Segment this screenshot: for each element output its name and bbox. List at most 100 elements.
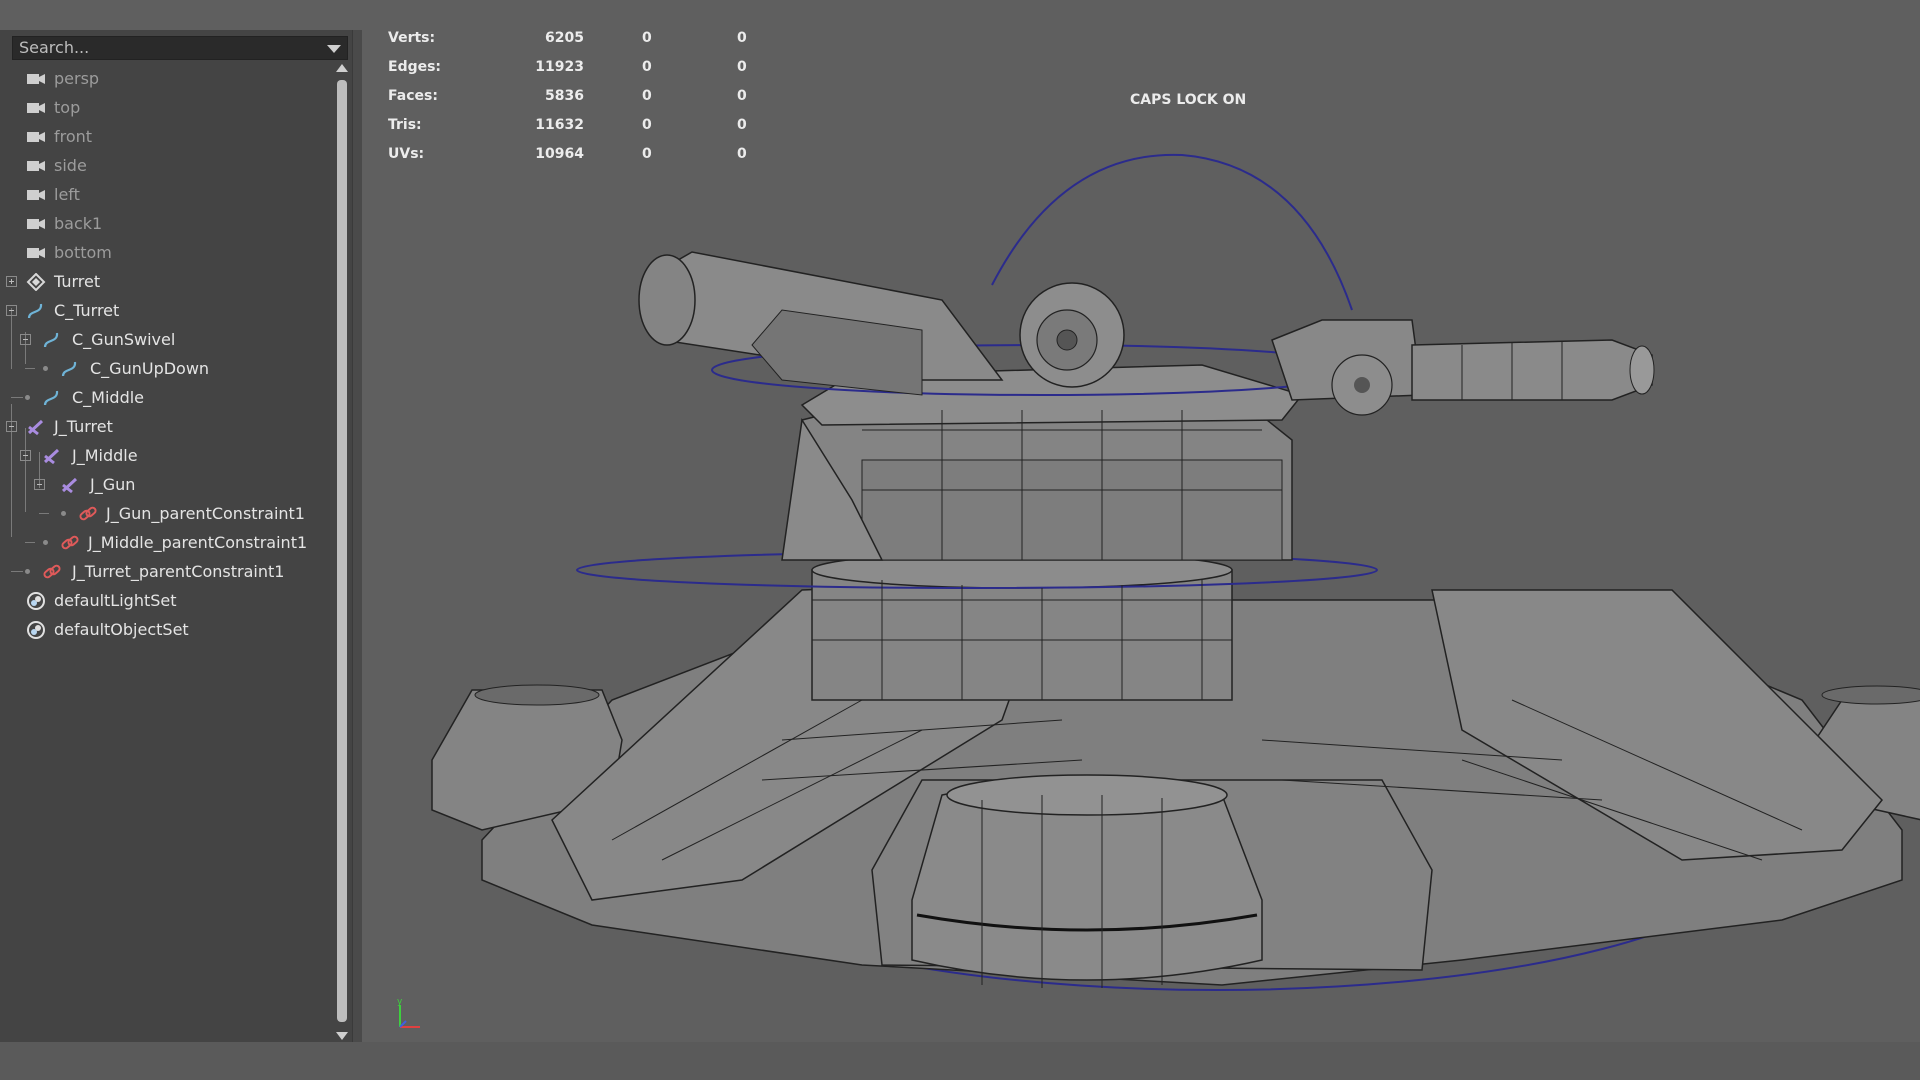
hud-row-uvs: UVs: 10964 0 0 (388, 146, 808, 175)
nurbs-curve-icon (43, 390, 59, 406)
outliner-item-c-turret[interactable]: C_Turret (0, 296, 336, 325)
joint-icon (43, 448, 60, 465)
scroll-up-arrow-icon[interactable] (336, 64, 348, 72)
collapse-toggle-icon[interactable] (20, 334, 31, 345)
hud-label: Tris: (388, 117, 422, 133)
hud-row-faces: Faces: 5836 0 0 (388, 88, 808, 117)
hud-value: 0 (737, 117, 747, 133)
nurbs-curve-icon (43, 332, 59, 348)
outliner-item-j-turret[interactable]: J_Turret (0, 412, 336, 441)
outliner-item-label: bottom (54, 243, 112, 262)
collapse-toggle-icon[interactable] (6, 421, 17, 432)
hud-value: 0 (642, 146, 652, 162)
hud-value: 0 (737, 30, 747, 46)
outliner-panel: persp top front side left back1 bottom (0, 30, 360, 1042)
outliner-item-label: left (54, 185, 80, 204)
search-box[interactable] (12, 36, 348, 60)
tree-line (11, 397, 23, 398)
outliner-item-back1[interactable]: back1 (0, 209, 336, 238)
collapse-toggle-icon[interactable] (20, 450, 31, 461)
outliner-item-persp[interactable]: persp (0, 64, 336, 93)
outliner-item-left[interactable]: left (0, 180, 336, 209)
expand-toggle-icon[interactable] (6, 276, 17, 287)
tree-leaf-dot (43, 540, 48, 545)
tree-leaf-dot (43, 366, 48, 371)
outliner-item-j-middle[interactable]: J_Middle (0, 441, 336, 470)
set-icon (27, 621, 45, 639)
outliner-item-label: defaultObjectSet (54, 620, 189, 639)
hud-row-verts: Verts: 6205 0 0 (388, 30, 808, 59)
hud-value: 0 (737, 146, 747, 162)
outliner-item-c-gunupdown[interactable]: C_GunUpDown (0, 354, 336, 383)
camera-icon (27, 190, 45, 200)
outliner-item-bottom[interactable]: bottom (0, 238, 336, 267)
outliner-item-c-middle[interactable]: C_Middle (0, 383, 336, 412)
bottom-strip (0, 1042, 1920, 1080)
scroll-down-arrow-icon[interactable] (336, 1032, 348, 1040)
outliner-item-label: J_Gun_parentConstraint1 (106, 504, 305, 523)
outliner-item-label: C_GunUpDown (90, 359, 210, 378)
nurbs-curve-icon (27, 303, 43, 319)
outliner-item-j-gun-parentconstraint1[interactable]: J_Gun_parentConstraint1 (0, 499, 336, 528)
search-input[interactable] (19, 37, 319, 59)
outliner-item-defaultobjectset[interactable]: defaultObjectSet (0, 615, 336, 644)
constraint-icon (43, 564, 61, 579)
hud-value: 0 (642, 117, 652, 133)
outliner-scrollbar[interactable] (336, 64, 348, 1040)
outliner-item-label: J_Gun (90, 475, 136, 494)
hud-value: 5836 (545, 88, 584, 104)
camera-icon (27, 161, 45, 171)
outliner-item-label: persp (54, 69, 100, 88)
outliner-item-label: C_Turret (54, 301, 120, 320)
outliner-item-c-gunswivel[interactable]: C_GunSwivel (0, 325, 336, 354)
outliner-item-j-turret-parentconstraint1[interactable]: J_Turret_parentConstraint1 (0, 557, 336, 586)
camera-icon (27, 219, 45, 229)
tree-line (25, 542, 35, 543)
nurbs-curve-icon (61, 361, 77, 377)
outliner-item-top[interactable]: top (0, 93, 336, 122)
camera-icon (27, 248, 45, 258)
hud-value: 0 (642, 88, 652, 104)
hud-row-tris: Tris: 11632 0 0 (388, 117, 808, 146)
outliner-item-label: defaultLightSet (54, 591, 177, 610)
hud-value: 0 (737, 59, 747, 75)
caps-lock-indicator: CAPS LOCK ON (1130, 92, 1247, 108)
outliner-item-label: J_Turret (54, 417, 113, 436)
hud-value: 11923 (535, 59, 584, 75)
hud-label: Verts: (388, 30, 436, 46)
hud-value: 11632 (535, 117, 584, 133)
outliner-item-label: C_Middle (72, 388, 145, 407)
hud-label: Edges: (388, 59, 442, 75)
collapse-toggle-icon[interactable] (6, 305, 17, 316)
outliner-item-label: back1 (54, 214, 103, 233)
tree-leaf-dot (25, 569, 30, 574)
constraint-icon (79, 506, 97, 521)
hud-value: 10964 (535, 146, 584, 162)
outliner-item-defaultlightset[interactable]: defaultLightSet (0, 586, 336, 615)
outliner-item-label: top (54, 98, 81, 117)
tree-leaf-dot (61, 511, 66, 516)
camera-icon (27, 74, 45, 84)
hud-value: 6205 (545, 30, 584, 46)
axis-y-label: y (397, 997, 403, 1007)
outliner-item-j-gun[interactable]: J_Gun (0, 470, 336, 499)
hud-label: Faces: (388, 88, 438, 104)
outliner-item-j-middle-parentconstraint1[interactable]: J_Middle_parentConstraint1 (0, 528, 336, 557)
collapse-toggle-icon[interactable] (34, 479, 45, 490)
outliner-item-side[interactable]: side (0, 151, 336, 180)
outliner-item-label: J_Turret_parentConstraint1 (72, 562, 285, 581)
scroll-thumb[interactable] (337, 80, 347, 1022)
outliner-item-label: C_GunSwivel (72, 330, 176, 349)
outliner-item-label: front (54, 127, 93, 146)
set-icon (27, 592, 45, 610)
outliner-item-turret[interactable]: Turret (0, 267, 336, 296)
3d-viewport[interactable]: Verts: 6205 0 0 Edges: 11923 0 0 Faces: … (362, 0, 1920, 1042)
joint-icon (61, 477, 78, 494)
search-options-chevron-down-icon[interactable] (327, 45, 341, 53)
outliner-item-label: J_Middle (72, 446, 138, 465)
hud-row-edges: Edges: 11923 0 0 (388, 59, 808, 88)
constraint-icon (61, 535, 79, 550)
outliner-item-front[interactable]: front (0, 122, 336, 151)
outliner-item-label: side (54, 156, 87, 175)
camera-icon (27, 132, 45, 142)
